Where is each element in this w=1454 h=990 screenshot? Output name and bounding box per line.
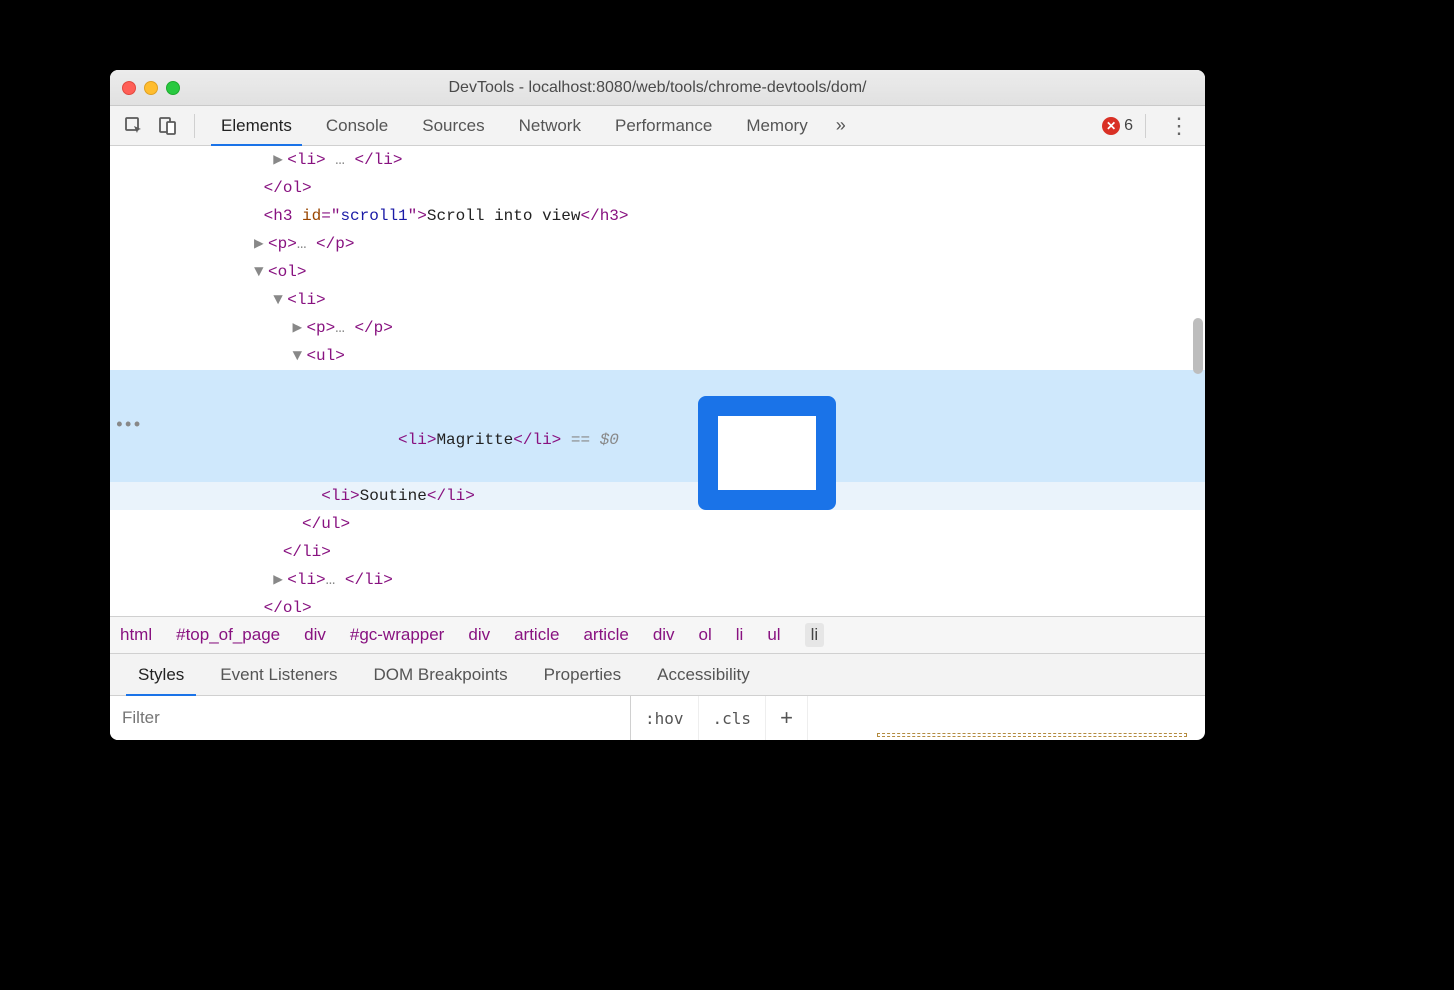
h3-text: Scroll into view (427, 207, 581, 225)
tab-elements[interactable]: Elements (207, 106, 306, 145)
cls-toggle-button[interactable]: .cls (699, 696, 767, 740)
hovered-dom-node[interactable]: <li>Soutine</li> (110, 482, 1205, 510)
kebab-menu-icon[interactable]: ⋮ (1158, 113, 1195, 139)
gutter-ellipsis-icon[interactable]: ••• (114, 370, 140, 482)
console-reference: == $0 (561, 431, 619, 449)
error-count: 6 (1124, 117, 1133, 135)
subtab-properties[interactable]: Properties (526, 654, 639, 695)
overlay-highlight-box (698, 396, 836, 510)
sidebar-panel-tabs: Styles Event Listeners DOM Breakpoints P… (110, 654, 1205, 696)
crumb-ol[interactable]: ol (699, 625, 712, 645)
tab-memory[interactable]: Memory (732, 106, 821, 145)
new-style-rule-button[interactable]: + (766, 696, 808, 740)
tab-network[interactable]: Network (505, 106, 595, 145)
crumb-div2[interactable]: div (468, 625, 490, 645)
devtools-window: DevTools - localhost:8080/web/tools/chro… (110, 70, 1205, 740)
tab-console[interactable]: Console (312, 106, 402, 145)
crumb-div3[interactable]: div (653, 625, 675, 645)
crumb-ul[interactable]: ul (767, 625, 780, 645)
li-text-magritte: Magritte (436, 431, 513, 449)
error-icon: ✕ (1102, 117, 1120, 135)
vertical-scrollbar[interactable] (1193, 318, 1203, 374)
crumb-li-selected[interactable]: li (805, 623, 825, 647)
crumb-div[interactable]: div (304, 625, 326, 645)
box-model-strip (877, 733, 1187, 737)
styles-toolbar: :hov .cls + (110, 696, 1205, 740)
selected-dom-node[interactable]: ••• <li>Magritte</li> == $0 (110, 370, 1205, 482)
device-toolbar-icon[interactable] (154, 112, 182, 140)
crumb-gc-wrapper[interactable]: #gc-wrapper (350, 625, 445, 645)
attr-value: scroll1 (340, 207, 407, 225)
crumb-html[interactable]: html (120, 625, 152, 645)
collapsed-ellipsis: … (335, 319, 354, 337)
tabbar-separator (194, 114, 195, 138)
subtab-dom-breakpoints[interactable]: DOM Breakpoints (355, 654, 525, 695)
subtab-styles[interactable]: Styles (120, 654, 202, 695)
crumb-li[interactable]: li (736, 625, 744, 645)
devtools-tabbar: Elements Console Sources Network Perform… (110, 106, 1205, 146)
tab-sources[interactable]: Sources (408, 106, 498, 145)
styles-filter-input[interactable] (110, 696, 630, 740)
elements-dom-tree[interactable]: ▶<li> … </li> </ol> <h3 id="scroll1">Scr… (110, 146, 1205, 616)
collapsed-ellipsis: … (297, 235, 316, 253)
more-tabs-icon[interactable]: » (828, 115, 854, 136)
li-text-soutine: Soutine (360, 487, 427, 505)
error-count-badge[interactable]: ✕ 6 (1102, 117, 1133, 135)
window-titlebar: DevTools - localhost:8080/web/tools/chro… (110, 70, 1205, 106)
tabbar-separator-right (1145, 114, 1146, 138)
dom-breadcrumb: html #top_of_page div #gc-wrapper div ar… (110, 616, 1205, 654)
subtab-accessibility[interactable]: Accessibility (639, 654, 768, 695)
crumb-top-of-page[interactable]: #top_of_page (176, 625, 280, 645)
tab-performance[interactable]: Performance (601, 106, 726, 145)
inspect-element-icon[interactable] (120, 112, 148, 140)
subtab-event-listeners[interactable]: Event Listeners (202, 654, 355, 695)
collapsed-ellipsis: … (326, 571, 345, 589)
window-title: DevTools - localhost:8080/web/tools/chro… (110, 79, 1205, 97)
hov-toggle-button[interactable]: :hov (631, 696, 699, 740)
crumb-article[interactable]: article (514, 625, 559, 645)
crumb-article2[interactable]: article (583, 625, 628, 645)
